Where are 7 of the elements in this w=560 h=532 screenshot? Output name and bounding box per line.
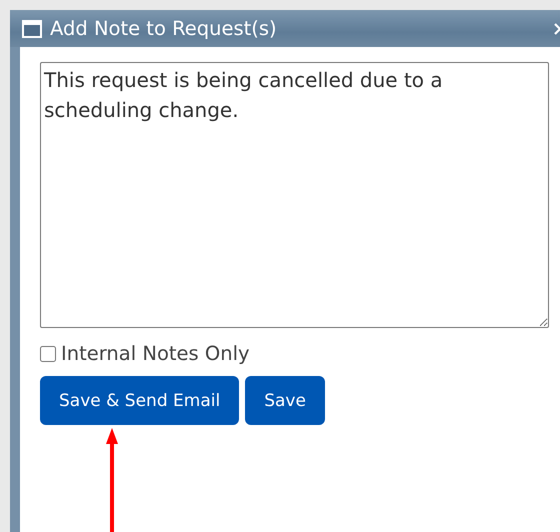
- checkbox-label: Internal Notes Only: [61, 342, 250, 365]
- internal-notes-checkbox[interactable]: [40, 346, 56, 362]
- save-and-send-button[interactable]: Save & Send Email: [40, 376, 240, 425]
- window-title: Add Note to Request(s): [50, 17, 277, 40]
- note-field[interactable]: This request is being cancelled due to a scheduling change.: [40, 62, 549, 328]
- save-button[interactable]: Save: [245, 376, 325, 425]
- window-icon: [22, 20, 42, 38]
